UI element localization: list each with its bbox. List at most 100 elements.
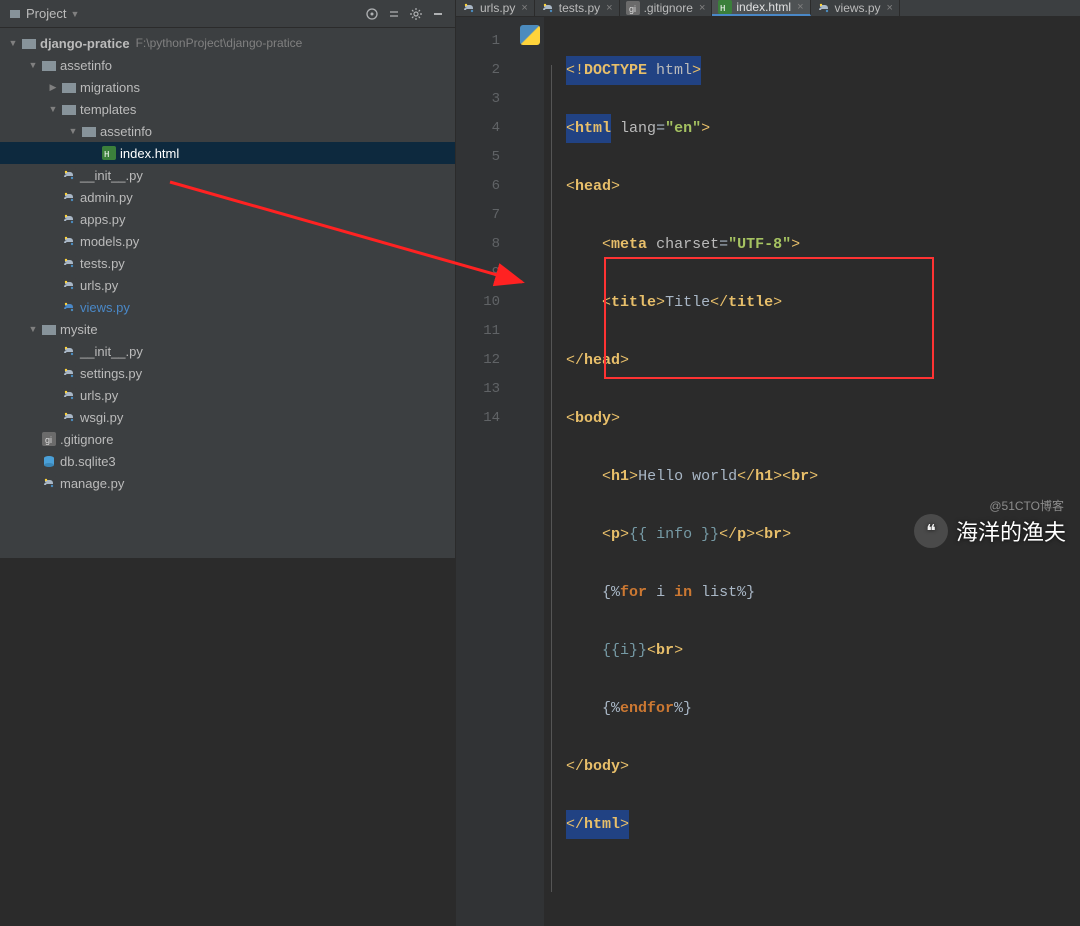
tree-item[interactable]: ▼assetinfo xyxy=(0,120,455,142)
tree-item[interactable]: tests.py xyxy=(0,252,455,274)
tree-item-label: index.html xyxy=(118,146,179,161)
python-badge-icon xyxy=(520,25,540,45)
line-number[interactable]: 1 xyxy=(456,27,500,56)
tree-item-label: assetinfo xyxy=(58,58,112,73)
tree-arrow-icon[interactable]: ▼ xyxy=(26,324,40,334)
tree-item[interactable]: Hindex.html xyxy=(0,142,455,164)
project-icon xyxy=(8,7,22,21)
tree-item-label: db.sqlite3 xyxy=(58,454,116,469)
fold-strip[interactable] xyxy=(544,17,560,926)
project-tool-header: Project ▼ xyxy=(0,0,455,28)
line-number[interactable]: 14 xyxy=(456,404,500,433)
editor-tab[interactable]: views.py × xyxy=(811,0,900,16)
close-icon[interactable]: × xyxy=(697,2,705,14)
folder-icon xyxy=(40,59,58,71)
tree-item-label: admin.py xyxy=(78,190,133,205)
close-icon[interactable]: × xyxy=(604,2,612,14)
project-dropdown[interactable]: Project ▼ xyxy=(8,6,79,21)
db-icon xyxy=(40,454,58,468)
html-icon: H xyxy=(100,146,118,160)
close-icon[interactable]: × xyxy=(885,2,893,14)
tree-item-label: __init__.py xyxy=(78,168,143,183)
line-number[interactable]: 5 xyxy=(456,143,500,172)
line-number[interactable]: 13 xyxy=(456,375,500,404)
tree-item[interactable]: ▶ migrations xyxy=(0,76,455,98)
tree-arrow-icon[interactable]: ▼ xyxy=(46,104,60,114)
tree-item[interactable]: views.py xyxy=(0,296,455,318)
line-number[interactable]: 9 xyxy=(456,259,500,288)
line-gutter[interactable]: 1234567891011121314 xyxy=(456,17,518,926)
svg-text:H: H xyxy=(720,4,725,14)
editor-tab[interactable]: urls.py× xyxy=(456,0,535,16)
margin-band xyxy=(518,17,544,926)
folder-icon xyxy=(20,37,38,49)
tree-item[interactable]: ▼ assetinfo xyxy=(0,54,455,76)
project-label: Project xyxy=(26,6,66,21)
tree-item-label: .gitignore xyxy=(58,432,113,447)
tree-item[interactable]: urls.py xyxy=(0,384,455,406)
py-icon xyxy=(60,366,78,380)
editor-tab[interactable]: gi.gitignore× xyxy=(620,0,713,16)
tree-item-label: models.py xyxy=(78,234,139,249)
tree-arrow-icon[interactable]: ▼ xyxy=(66,126,80,136)
py-icon xyxy=(60,300,78,314)
editor-tab[interactable]: tests.py× xyxy=(535,0,620,16)
line-number[interactable]: 11 xyxy=(456,317,500,346)
svg-text:gi: gi xyxy=(45,435,52,445)
close-icon[interactable]: × xyxy=(795,1,803,13)
tree-arrow-icon[interactable]: ▼ xyxy=(26,60,40,70)
editor-body[interactable]: 1234567891011121314 <!DOCTYPE html> <htm… xyxy=(456,17,1080,926)
tree-item[interactable]: ▼ templates xyxy=(0,98,455,120)
editor-tab[interactable]: Hindex.html× xyxy=(712,0,810,16)
tree-item[interactable]: urls.py xyxy=(0,274,455,296)
py-icon xyxy=(40,476,58,490)
py-icon xyxy=(60,168,78,182)
tree-item-label: migrations xyxy=(78,80,140,95)
gear-icon[interactable] xyxy=(405,3,427,25)
py-icon xyxy=(60,278,78,292)
py-icon xyxy=(462,1,476,15)
close-icon[interactable]: × xyxy=(519,2,527,14)
folder-icon xyxy=(60,81,78,93)
line-number[interactable]: 10 xyxy=(456,288,500,317)
py-icon xyxy=(60,410,78,424)
tree-item[interactable]: db.sqlite3 xyxy=(0,450,455,472)
line-number[interactable]: 2 xyxy=(456,56,500,85)
svg-text:H: H xyxy=(104,150,109,160)
line-number[interactable]: 3 xyxy=(456,85,500,114)
hide-icon[interactable] xyxy=(427,3,449,25)
py-icon xyxy=(60,190,78,204)
py-icon xyxy=(60,212,78,226)
chevron-down-icon[interactable]: ▼ xyxy=(6,38,20,48)
tab-label: views.py xyxy=(835,1,881,15)
tree-arrow-icon[interactable]: ▶ xyxy=(46,82,60,93)
line-number[interactable]: 4 xyxy=(456,114,500,143)
collapse-icon[interactable] xyxy=(383,3,405,25)
tab-label: .gitignore xyxy=(644,1,693,15)
tree-item[interactable]: settings.py xyxy=(0,362,455,384)
tree-item[interactable]: models.py xyxy=(0,230,455,252)
tree-item-label: manage.py xyxy=(58,476,124,491)
tree-item[interactable]: gi .gitignore xyxy=(0,428,455,450)
code-area[interactable]: <!DOCTYPE html> <html lang="en"> <head> … xyxy=(560,17,1080,926)
project-tree[interactable]: ▼ django-pratice F:\pythonProject\django… xyxy=(0,28,455,558)
tree-item-label: templates xyxy=(78,102,136,117)
tree-item-label: urls.py xyxy=(78,278,118,293)
tree-item[interactable]: apps.py xyxy=(0,208,455,230)
tree-root-label: django-pratice xyxy=(38,36,130,51)
tree-item[interactable]: __init__.py xyxy=(0,340,455,362)
locate-icon[interactable] xyxy=(361,3,383,25)
line-number[interactable]: 12 xyxy=(456,346,500,375)
tree-item[interactable]: ▼ mysite xyxy=(0,318,455,340)
py-icon xyxy=(60,256,78,270)
tree-item[interactable]: manage.py xyxy=(0,472,455,494)
tree-item[interactable]: __init__.py xyxy=(0,164,455,186)
line-number[interactable]: 7 xyxy=(456,201,500,230)
project-sidebar: Project ▼ ▼ django-pratice F:\pythonProj… xyxy=(0,0,456,558)
line-number[interactable]: 8 xyxy=(456,230,500,259)
tree-root[interactable]: ▼ django-pratice F:\pythonProject\django… xyxy=(0,32,455,54)
line-number[interactable]: 6 xyxy=(456,172,500,201)
tree-item-label: mysite xyxy=(58,322,98,337)
tree-item[interactable]: wsgi.py xyxy=(0,406,455,428)
tree-item[interactable]: admin.py xyxy=(0,186,455,208)
